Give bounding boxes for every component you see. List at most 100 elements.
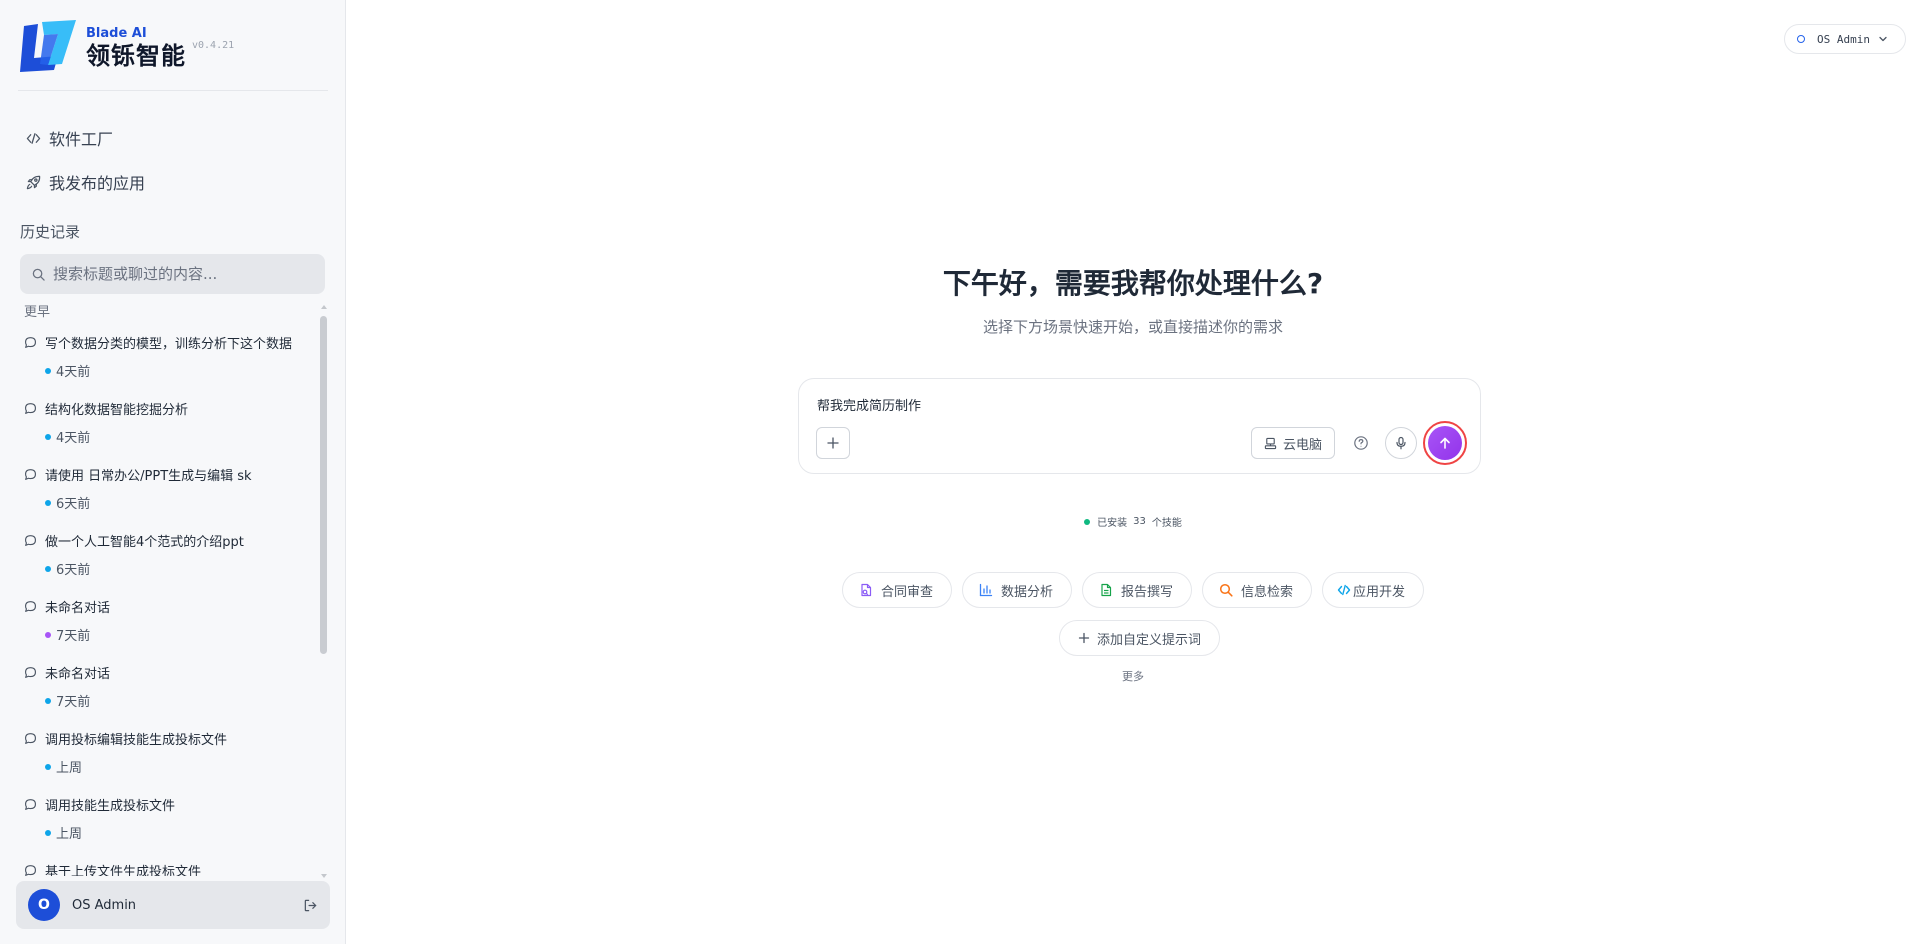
skills-count: 33 (1133, 516, 1146, 527)
history-item[interactable]: 基于上传文件生成投标文件 (14, 854, 320, 876)
search-icon (1219, 583, 1233, 597)
microphone-icon (1396, 436, 1406, 450)
user-name: OS Admin (72, 897, 137, 913)
search-icon (32, 268, 45, 281)
history-item-time: 7天前 (56, 695, 91, 710)
greeting-subtitle: 选择下方场景快速开始，或直接描述你的需求 (982, 318, 1283, 336)
add-custom-prompt-button[interactable]: 添加自定义提示词 (1059, 620, 1220, 656)
avatar: O (28, 889, 60, 921)
history-item-time-row: 7天前 (24, 625, 320, 644)
scroll-up-arrow[interactable] (321, 305, 327, 309)
chat-bubble-icon (25, 337, 36, 348)
code-icon (1337, 584, 1351, 596)
history-search-input[interactable] (53, 265, 313, 283)
chat-bubble-icon (25, 799, 36, 810)
top-user-name: OS Admin (1817, 32, 1870, 46)
code-icon (26, 132, 41, 144)
nav-published-apps-label: 我发布的应用 (49, 174, 146, 193)
chip-report-writing-label: 报告撰写 (1121, 584, 1174, 600)
scroll-down-arrow[interactable] (321, 874, 327, 878)
history-item[interactable]: 做一个人工智能4个范式的介绍ppt 6天前 (14, 524, 320, 590)
history-item-title: 基于上传文件生成投标文件 (45, 865, 202, 876)
cloud-pc-button[interactable]: 云电脑 (1251, 427, 1335, 459)
user-status-icon (1797, 35, 1805, 43)
history-item-title-row: 未命名对话 (24, 663, 320, 682)
chip-report-writing[interactable]: 报告撰写 (1082, 572, 1192, 608)
history-item-time-row: 4天前 (24, 427, 320, 446)
history-item-title-row: 基于上传文件生成投标文件 (24, 861, 320, 876)
history-item-title-row: 调用投标编辑技能生成投标文件 (24, 729, 320, 748)
history-item-title: 写个数据分类的模型，训练分析下这个数据 (45, 337, 293, 352)
nav-software-factory-label: 软件工厂 (49, 130, 114, 149)
history-item[interactable]: 调用技能生成投标文件 上周 (14, 788, 320, 854)
history-item-time: 上周 (56, 761, 83, 776)
chip-app-development[interactable]: 应用开发 (1322, 572, 1424, 608)
attach-button[interactable] (816, 427, 850, 459)
chat-input[interactable] (817, 394, 1457, 414)
history-title: 历史记录 (20, 223, 81, 241)
chip-contract-review-label: 合同审查 (881, 584, 934, 600)
chat-bubble-icon (25, 403, 36, 414)
divider (18, 90, 328, 91)
history-item[interactable]: 未命名对话 7天前 (14, 656, 320, 722)
arrow-up-icon (1440, 437, 1450, 449)
brand[interactable]: Blade AI 领铄智能 (18, 18, 186, 74)
status-dot (45, 763, 51, 770)
chip-data-analysis[interactable]: 数据分析 (962, 572, 1072, 608)
history-item-time: 4天前 (56, 365, 91, 380)
chat-bubble-icon (25, 865, 36, 876)
user-card[interactable]: O OS Admin (16, 881, 330, 929)
status-dot (45, 433, 51, 440)
status-dot (45, 829, 51, 836)
rocket-icon (26, 175, 41, 189)
history-item-title: 请使用 日常办公/PPT生成与编辑 sk (45, 469, 252, 484)
history-scrollbar[interactable] (320, 302, 328, 878)
history-item-title-row: 未命名对话 (24, 597, 320, 616)
history-item-title-row: 请使用 日常办公/PPT生成与编辑 sk (24, 465, 320, 484)
history-search-box[interactable] (20, 254, 325, 294)
chat-bubble-icon (25, 535, 36, 546)
logout-icon[interactable] (303, 898, 318, 913)
history-item-title-row: 做一个人工智能4个范式的介绍ppt (24, 531, 320, 550)
more-link[interactable]: 更多 (346, 668, 1920, 684)
sidebar: Blade AI 领铄智能 v0.4.21 软件工厂 我发布的应用 历史记录 更… (0, 0, 346, 944)
chat-bubble-icon (25, 469, 36, 480)
chat-bubble-icon (25, 601, 36, 612)
greeting-title: 下午好，需要我帮你处理什么? (942, 267, 1324, 300)
scrollbar-thumb[interactable] (320, 316, 327, 654)
status-dot (45, 565, 51, 572)
chevron-down-icon (1879, 36, 1887, 42)
history-item[interactable]: 请使用 日常办公/PPT生成与编辑 sk 6天前 (14, 458, 320, 524)
history-item-title-row: 结构化数据智能挖掘分析 (24, 399, 320, 418)
chip-contract-review[interactable]: 合同审查 (842, 572, 952, 608)
history-item-time: 6天前 (56, 563, 91, 578)
history-item-time-row: 6天前 (24, 493, 320, 512)
history-item[interactable]: 结构化数据智能挖掘分析 4天前 (14, 392, 320, 458)
history-list[interactable]: 更早 写个数据分类的模型，训练分析下这个数据 4天前 结构化数据智能挖掘分析 4天前请… (14, 302, 320, 876)
history-item-title: 结构化数据智能挖掘分析 (45, 403, 189, 418)
document-text-icon (1101, 583, 1112, 597)
voice-input-button[interactable] (1385, 427, 1417, 459)
history-item[interactable]: 调用投标编辑技能生成投标文件上周 (14, 722, 320, 788)
nav-software-factory[interactable]: 软件工厂 (26, 126, 113, 150)
history-item[interactable]: 未命名对话 7天前 (14, 590, 320, 656)
send-button[interactable] (1423, 421, 1467, 465)
blade-ai-logo-icon (20, 20, 76, 72)
history-item-time-row: 4天前 (24, 361, 320, 380)
history-item[interactable]: 写个数据分类的模型，训练分析下这个数据 4天前 (14, 326, 320, 392)
history-item-time-row: 上周 (24, 823, 320, 842)
nav-published-apps[interactable]: 我发布的应用 (26, 170, 145, 194)
status-dot (45, 367, 51, 374)
status-dot (45, 499, 51, 506)
history-item-title: 做一个人工智能4个范式的介绍ppt (45, 535, 244, 550)
computer-icon (1264, 437, 1277, 449)
history-group-label: 更早 (24, 305, 51, 320)
history-item-time-row: 7天前 (24, 691, 320, 710)
document-check-icon (861, 583, 872, 597)
chat-bubble-icon (25, 667, 36, 678)
history-item-time: 6天前 (56, 497, 91, 512)
history-item-time: 7天前 (56, 629, 91, 644)
help-circle-icon[interactable] (1352, 434, 1370, 452)
chip-info-retrieval[interactable]: 信息检索 (1202, 572, 1312, 608)
top-user-menu[interactable]: OS Admin (1784, 24, 1906, 54)
